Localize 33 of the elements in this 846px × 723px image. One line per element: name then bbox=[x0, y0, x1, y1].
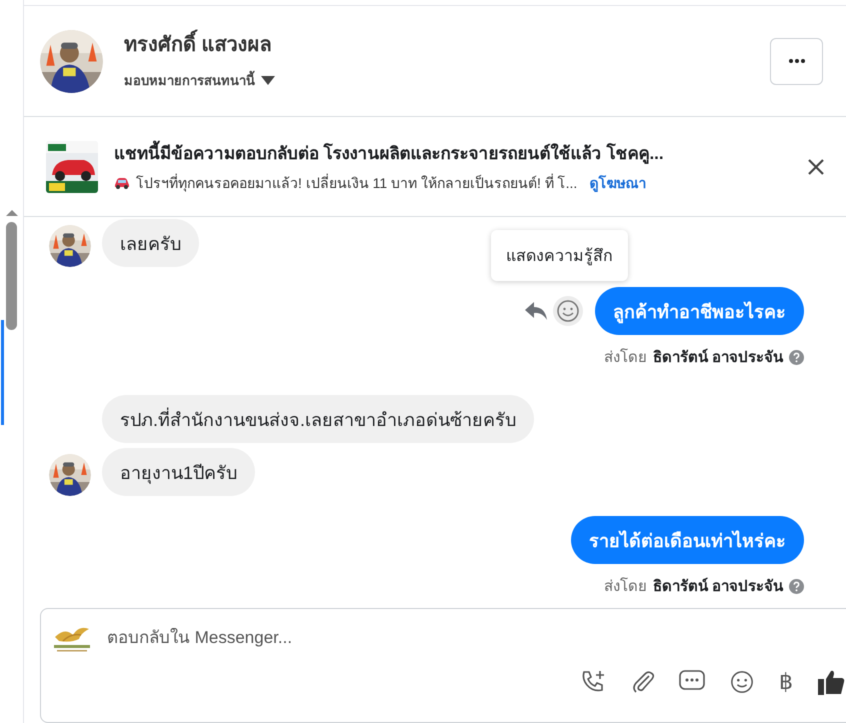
sent-by-label: ส่งโดย bbox=[604, 347, 647, 368]
scroll-up-icon[interactable] bbox=[6, 210, 18, 216]
add-call-icon[interactable] bbox=[581, 670, 607, 694]
outgoing-message: ลูกค้าทำอาชีพอะไรคะ bbox=[595, 287, 804, 336]
assign-dropdown[interactable]: มอบหมายการสนทนานี้ bbox=[124, 70, 770, 91]
help-icon[interactable] bbox=[789, 350, 804, 365]
more-icon bbox=[788, 59, 804, 64]
smiley-icon bbox=[557, 300, 579, 322]
smiley-icon[interactable] bbox=[729, 670, 755, 694]
car-icon bbox=[114, 177, 130, 190]
outgoing-message: รายได้ต่อเดือนเท่าไหร่คะ bbox=[571, 516, 804, 564]
react-button[interactable] bbox=[553, 296, 583, 326]
sender-avatar bbox=[49, 454, 91, 496]
caret-icon bbox=[261, 76, 275, 85]
paperclip-icon[interactable] bbox=[631, 670, 655, 694]
thumbs-up-icon[interactable] bbox=[817, 668, 845, 695]
close-icon bbox=[808, 158, 824, 175]
sender-name: ธิดารัตน์ อาจประจัน bbox=[652, 348, 783, 368]
reply-icon[interactable] bbox=[525, 302, 547, 320]
scrollbar-thumb[interactable] bbox=[6, 222, 17, 330]
ad-title: แชทนี้มีข้อความตอบกลับต่อ โรงงานผลิตและกระจายรถยนต์ใช้แล้ว โชคคู... bbox=[114, 139, 804, 166]
contact-name: ทรงศักดิ์ แสวงผล bbox=[124, 28, 770, 60]
incoming-message: อายุงาน1ปีครับ bbox=[102, 448, 256, 496]
tooltip: แสดงความรู้สึก bbox=[491, 230, 628, 282]
sent-by-label: ส่งโดย bbox=[604, 576, 647, 598]
currency-button[interactable]: ฿ bbox=[779, 670, 793, 693]
sender-avatar bbox=[49, 225, 91, 268]
sender-name: ธิดารัตน์ อาจประจัน bbox=[652, 576, 783, 598]
help-icon[interactable] bbox=[789, 578, 804, 594]
incoming-message: รปภ.ที่สำนักงานขนส่งจ.เลยสาขาอำเภอด่นซ้ายครับ bbox=[102, 395, 534, 444]
view-ad-link[interactable]: ดูโฆษณา bbox=[589, 172, 646, 194]
incoming-message: เลยครับ bbox=[102, 219, 199, 268]
ad-text: โปรฯที่ทุกคนรอคอยมาแล้ว! เปลี่ยนเงิน 11 บาท ให้กลายเป็นรถยนต์! ที่ โ... bbox=[136, 172, 578, 194]
